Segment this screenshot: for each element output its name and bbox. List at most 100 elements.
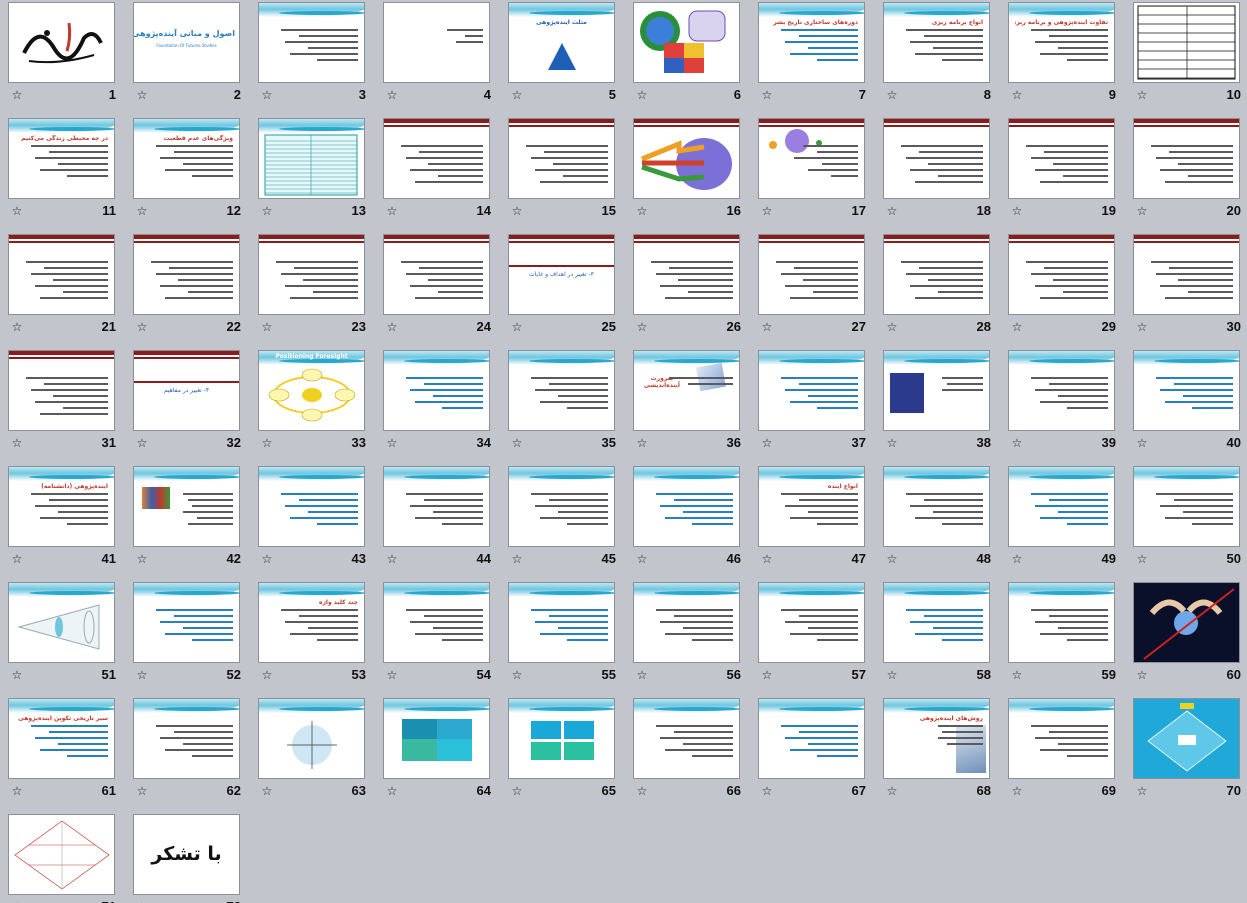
slide-thumbnail[interactable]: [383, 118, 490, 199]
star-icon[interactable]: ☆: [1010, 668, 1024, 682]
star-icon[interactable]: ☆: [760, 668, 774, 682]
slide-thumbnail[interactable]: سیر تاریخی تکوین آینده‌پژوهی: [8, 698, 115, 779]
star-icon[interactable]: ☆: [635, 88, 649, 102]
star-icon[interactable]: ☆: [510, 668, 524, 682]
slide-thumbnail[interactable]: [8, 350, 115, 431]
slide-thumbnail[interactable]: [508, 582, 615, 663]
slide-thumbnail[interactable]: [258, 466, 365, 547]
star-icon[interactable]: ☆: [635, 320, 649, 334]
slide-thumbnail[interactable]: [133, 698, 240, 779]
slide-thumbnail[interactable]: [633, 698, 740, 779]
star-icon[interactable]: ☆: [885, 668, 899, 682]
slide-thumbnail[interactable]: روش‌های آینده‌پژوهی: [883, 698, 990, 779]
slide-thumbnail[interactable]: [758, 698, 865, 779]
star-icon[interactable]: ☆: [10, 668, 24, 682]
slide-thumbnail[interactable]: [1008, 350, 1115, 431]
slide-thumbnail[interactable]: انواع آینده: [758, 466, 865, 547]
star-icon[interactable]: ☆: [260, 668, 274, 682]
slide-thumbnail[interactable]: [508, 118, 615, 199]
star-icon[interactable]: ☆: [135, 204, 149, 218]
slide-thumbnail[interactable]: [883, 582, 990, 663]
slide-thumbnail[interactable]: [383, 234, 490, 315]
slide-thumbnail[interactable]: [8, 582, 115, 663]
slide-thumbnail[interactable]: [883, 350, 990, 431]
slide-thumbnail[interactable]: [133, 466, 240, 547]
star-icon[interactable]: ☆: [1010, 320, 1024, 334]
star-icon[interactable]: ☆: [635, 668, 649, 682]
star-icon[interactable]: ☆: [885, 204, 899, 218]
slide-thumbnail[interactable]: [1133, 234, 1240, 315]
slide-thumbnail[interactable]: [1008, 582, 1115, 663]
star-icon[interactable]: ☆: [10, 436, 24, 450]
slide-thumbnail[interactable]: [133, 582, 240, 663]
star-icon[interactable]: ☆: [135, 88, 149, 102]
star-icon[interactable]: ☆: [10, 204, 24, 218]
slide-thumbnail[interactable]: [508, 698, 615, 779]
star-icon[interactable]: ☆: [10, 88, 24, 102]
slide-thumbnail[interactable]: مثلث آینده‌پژوهی: [508, 2, 615, 83]
slide-thumbnail[interactable]: [258, 698, 365, 779]
slide-thumbnail[interactable]: [758, 582, 865, 663]
star-icon[interactable]: ☆: [385, 320, 399, 334]
slide-thumbnail[interactable]: [1133, 582, 1240, 663]
slide-thumbnail[interactable]: [633, 2, 740, 83]
slide-thumbnail[interactable]: [758, 350, 865, 431]
slide-thumbnail[interactable]: [258, 234, 365, 315]
slide-thumbnail[interactable]: ۴- تغییر در مفاهیم: [133, 350, 240, 431]
slide-thumbnail[interactable]: [1133, 698, 1240, 779]
star-icon[interactable]: ☆: [260, 88, 274, 102]
star-icon[interactable]: ☆: [260, 784, 274, 798]
slide-thumbnail[interactable]: [883, 466, 990, 547]
slide-thumbnail[interactable]: ویژگی‌های عدم قطعیت: [133, 118, 240, 199]
star-icon[interactable]: ☆: [1010, 204, 1024, 218]
slide-thumbnail[interactable]: تفاوت آینده‌پژوهی و برنامه ریزی: [1008, 2, 1115, 83]
slide-thumbnail[interactable]: [383, 582, 490, 663]
star-icon[interactable]: ☆: [1135, 552, 1149, 566]
slide-thumbnail[interactable]: انواع برنامه ریزی: [883, 2, 990, 83]
slide-thumbnail[interactable]: [883, 234, 990, 315]
star-icon[interactable]: ☆: [885, 436, 899, 450]
star-icon[interactable]: ☆: [885, 320, 899, 334]
slide-thumbnail[interactable]: [383, 466, 490, 547]
star-icon[interactable]: ☆: [1135, 436, 1149, 450]
star-icon[interactable]: ☆: [635, 436, 649, 450]
slide-thumbnail[interactable]: [1008, 698, 1115, 779]
slide-thumbnail[interactable]: Positioning Foresight: [258, 350, 365, 431]
star-icon[interactable]: ☆: [135, 320, 149, 334]
star-icon[interactable]: ☆: [760, 552, 774, 566]
slide-thumbnail[interactable]: [258, 2, 365, 83]
star-icon[interactable]: ☆: [635, 552, 649, 566]
star-icon[interactable]: ☆: [260, 320, 274, 334]
slide-thumbnail[interactable]: [1133, 2, 1240, 83]
slide-thumbnail[interactable]: [1008, 234, 1115, 315]
star-icon[interactable]: ☆: [135, 784, 149, 798]
star-icon[interactable]: ☆: [510, 436, 524, 450]
star-icon[interactable]: ☆: [760, 88, 774, 102]
star-icon[interactable]: ☆: [1135, 320, 1149, 334]
star-icon[interactable]: ☆: [385, 784, 399, 798]
star-icon[interactable]: ☆: [135, 668, 149, 682]
slide-thumbnail[interactable]: [383, 2, 490, 83]
slide-thumbnail[interactable]: [883, 118, 990, 199]
star-icon[interactable]: ☆: [510, 320, 524, 334]
star-icon[interactable]: ☆: [385, 204, 399, 218]
star-icon[interactable]: ☆: [1010, 784, 1024, 798]
star-icon[interactable]: ☆: [385, 436, 399, 450]
slide-thumbnail[interactable]: [633, 582, 740, 663]
slide-thumbnail[interactable]: [633, 234, 740, 315]
star-icon[interactable]: ☆: [510, 88, 524, 102]
slide-thumbnail[interactable]: [383, 350, 490, 431]
slide-thumbnail[interactable]: [758, 234, 865, 315]
star-icon[interactable]: ☆: [1010, 88, 1024, 102]
slide-thumbnail[interactable]: [133, 234, 240, 315]
star-icon[interactable]: ☆: [1135, 784, 1149, 798]
star-icon[interactable]: ☆: [1135, 668, 1149, 682]
star-icon[interactable]: ☆: [760, 436, 774, 450]
slide-thumbnail[interactable]: [1008, 466, 1115, 547]
star-icon[interactable]: ☆: [135, 436, 149, 450]
star-icon[interactable]: ☆: [510, 784, 524, 798]
star-icon[interactable]: ☆: [260, 204, 274, 218]
star-icon[interactable]: ☆: [385, 88, 399, 102]
star-icon[interactable]: ☆: [1010, 552, 1024, 566]
star-icon[interactable]: ☆: [10, 320, 24, 334]
